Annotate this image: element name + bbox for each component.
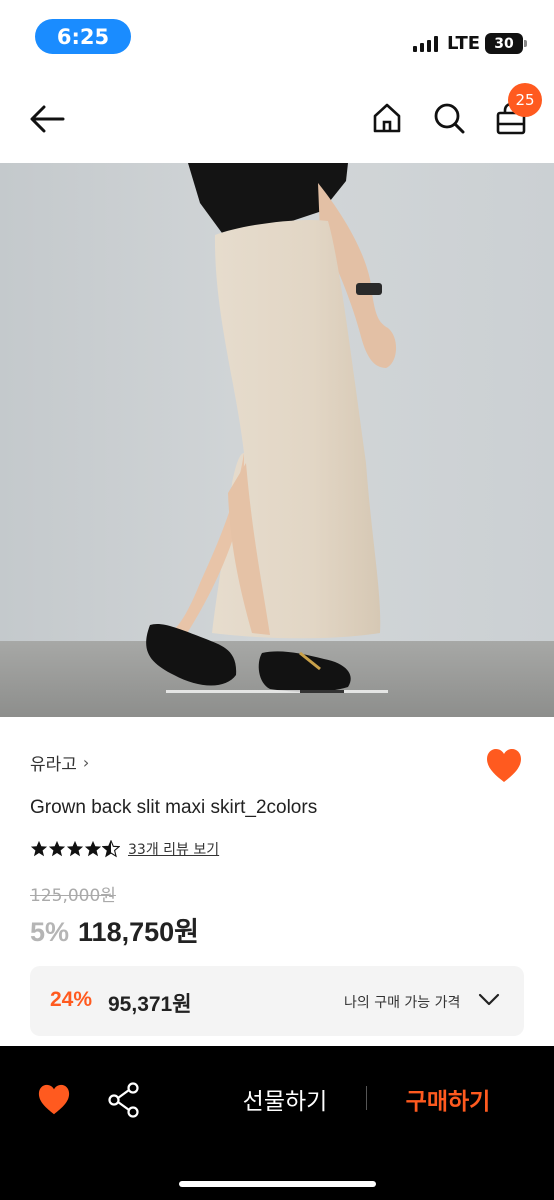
battery-icon: 30 xyxy=(485,33,527,54)
signal-icon xyxy=(413,36,439,52)
chevron-right-icon: › xyxy=(82,753,90,772)
my-price-box[interactable]: 24% 95,371원 나의 구매 가능 가격 xyxy=(30,966,524,1036)
chevron-down-icon[interactable] xyxy=(478,991,500,1007)
search-icon[interactable] xyxy=(432,101,466,135)
sale-price: 118,750원 xyxy=(78,917,199,947)
status-time: 6:25 xyxy=(35,19,131,54)
price-row: 5% 118,750원 xyxy=(30,910,199,949)
share-icon[interactable] xyxy=(107,1082,141,1118)
network-label: LTE xyxy=(447,33,481,54)
my-discount-rate: 24% xyxy=(50,988,93,1011)
discount-rate: 5% xyxy=(30,917,70,947)
star-icon xyxy=(48,840,66,857)
my-price-label: 나의 구매 가능 가격 xyxy=(344,995,461,1011)
rating-stars xyxy=(30,840,120,858)
home-icon[interactable] xyxy=(371,102,403,134)
my-price-value: 95,371원 xyxy=(108,993,192,1016)
star-icon xyxy=(84,840,102,857)
gift-button[interactable]: 선물하기 xyxy=(225,1082,345,1116)
star-icon xyxy=(66,840,84,857)
product-image[interactable] xyxy=(0,163,554,717)
rating-row: 33개 리뷰 보기 xyxy=(30,838,219,860)
cart-count-badge: 25 xyxy=(508,83,542,117)
product-title: Grown back slit maxi skirt_2colors xyxy=(30,797,318,818)
review-link[interactable]: 33개 리뷰 보기 xyxy=(128,839,219,859)
original-price: 125,000원 xyxy=(30,886,116,906)
back-arrow-icon[interactable] xyxy=(29,104,65,134)
heart-icon[interactable] xyxy=(37,1084,71,1116)
half-star-icon xyxy=(102,840,120,858)
status-bar: 6:25 LTE 30 xyxy=(0,0,554,76)
brand-name: 유라고 xyxy=(30,755,77,775)
buy-button[interactable]: 구매하기 xyxy=(388,1082,508,1116)
image-pager-indicator xyxy=(300,690,344,693)
divider xyxy=(366,1086,367,1110)
image-pager-track xyxy=(166,690,388,693)
bottom-action-bar: 선물하기 구매하기 xyxy=(0,1046,554,1200)
star-icon xyxy=(30,840,48,857)
product-photo xyxy=(0,163,554,717)
wishlist-heart-icon[interactable] xyxy=(485,748,523,784)
home-indicator xyxy=(179,1181,376,1187)
brand-link[interactable]: 유라고 › xyxy=(30,750,89,775)
top-nav xyxy=(0,76,554,163)
